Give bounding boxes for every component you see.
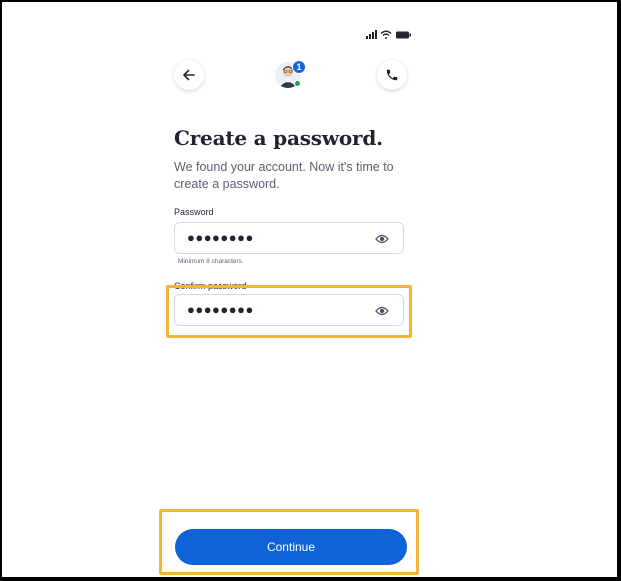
phone-screen: 1 Create a password. We found your accou… (2, 2, 617, 577)
agent-avatar[interactable]: 1 (273, 60, 307, 90)
page-subtitle: We found your account. Now it's time to … (174, 160, 394, 191)
back-button[interactable] (174, 60, 204, 90)
notification-badge: 1 (292, 60, 306, 74)
password-label: Password (174, 207, 214, 217)
password-value: ●●●●●●●● (187, 230, 254, 245)
battery-icon (396, 31, 411, 39)
wifi-icon (380, 30, 392, 39)
confirm-password-highlight (166, 285, 412, 338)
status-bar (364, 29, 414, 41)
call-button[interactable] (377, 60, 407, 90)
phone-icon (386, 69, 398, 81)
page-title: Create a password. (174, 126, 383, 150)
arrow-left-icon (183, 69, 195, 81)
eye-icon[interactable] (375, 233, 389, 245)
signal-icon (366, 30, 377, 39)
password-field[interactable]: ●●●●●●●● (174, 222, 404, 254)
online-status-dot (294, 80, 301, 87)
password-hint: Minimum 8 characters. (178, 258, 244, 265)
continue-highlight (159, 509, 419, 575)
